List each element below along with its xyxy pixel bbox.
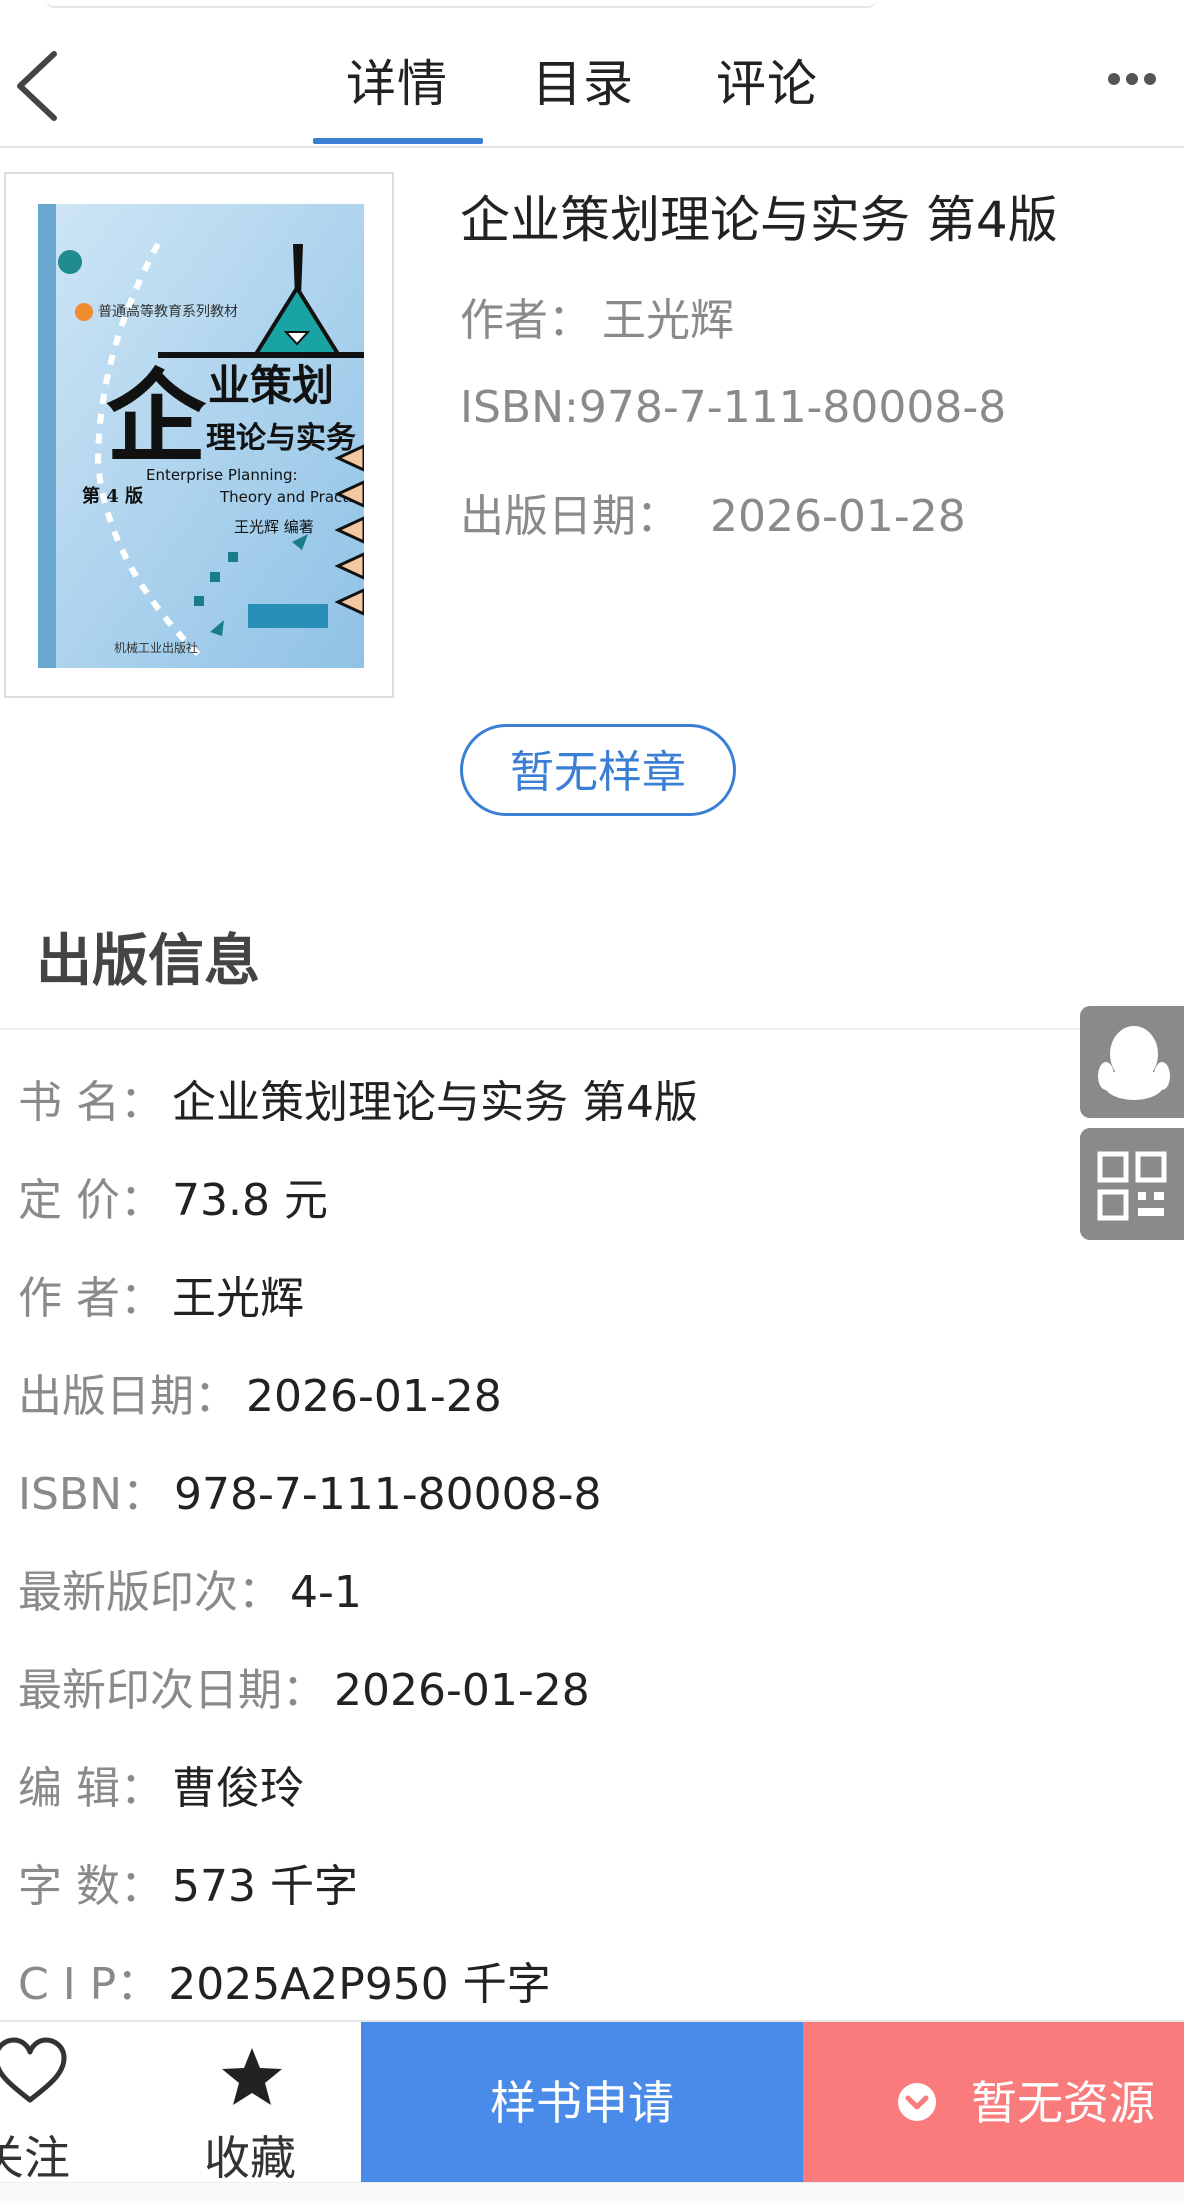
info-row: 书 名： 企业策划理论与实务 第4版 xyxy=(18,1066,698,1130)
cover-title-line1: 业策划 xyxy=(208,361,334,410)
row-label: 作 者： xyxy=(18,1273,164,1324)
star-icon xyxy=(222,2048,282,2105)
row-label: 定 价： xyxy=(18,1175,164,1226)
info-row: 出版日期： 2026-01-28 xyxy=(18,1360,502,1424)
active-tab-indicator xyxy=(313,138,483,144)
info-row: C I P： 2025A2P950 千字 xyxy=(18,1948,551,2012)
row-label: 书 名： xyxy=(18,1077,164,1128)
row-label: ISBN： xyxy=(18,1469,167,1520)
section-title: 出版信息 xyxy=(36,929,260,994)
qq-penguin-icon xyxy=(1098,1026,1170,1100)
book-title: 企业策划理论与实务 第4版 xyxy=(460,191,1058,249)
row-label: 出版日期： xyxy=(18,1371,238,1422)
favorite-button[interactable]: 收藏 xyxy=(190,2022,310,2185)
info-row: 最新印次日期： 2026-01-28 xyxy=(18,1654,590,1718)
date-value: 2026-01-28 xyxy=(710,491,966,542)
book-cover-image[interactable]: 普通高等教育系列教材 企 业策划 理论与实务 Enterprise Planni… xyxy=(38,204,364,668)
row-label: C I P： xyxy=(18,1959,161,2010)
info-row: 字 数： 573 千字 xyxy=(18,1850,358,1914)
author-value: 王光辉 xyxy=(602,295,734,346)
favorite-label: 收藏 xyxy=(204,2131,296,2185)
follow-button[interactable]: 关注 xyxy=(0,2022,120,2185)
cover-edition: 第 4 版 xyxy=(82,485,143,507)
header: 详情 目录 评论 xyxy=(0,0,1184,148)
row-label: 字 数： xyxy=(18,1861,164,1912)
row-value: 573 千字 xyxy=(172,1861,358,1912)
info-row: ISBN： 978-7-111-80008-8 xyxy=(18,1458,601,1522)
cover-publisher: 机械工业出版社 xyxy=(114,640,198,655)
isbn-value: 978-7-111-80008-8 xyxy=(578,382,1007,433)
follow-label: 关注 xyxy=(0,2131,70,2185)
tab-comments[interactable]: 评论 xyxy=(716,44,818,116)
no-resource-button[interactable]: 暂无资源 xyxy=(803,2022,1184,2184)
row-value: 73.8 元 xyxy=(172,1175,328,1226)
no-resource-label: 暂无资源 xyxy=(971,2076,1155,2130)
download-icon xyxy=(898,2083,936,2121)
info-row: 编 辑： 曹俊玲 xyxy=(18,1752,304,1816)
row-label: 最新印次日期： xyxy=(18,1665,326,1716)
qr-code-icon xyxy=(1097,1151,1167,1221)
book-isbn: ISBN:978-7-111-80008-8 xyxy=(460,382,1006,433)
home-indicator-area xyxy=(0,2182,1184,2204)
sample-chapter-button[interactable]: 暂无样章 xyxy=(460,724,736,816)
row-value: 2026-01-28 xyxy=(334,1665,590,1716)
cover-big-char: 企 xyxy=(106,358,207,476)
row-value: 2026-01-28 xyxy=(246,1371,502,1422)
row-label: 编 辑： xyxy=(18,1763,164,1814)
info-row: 最新版印次： 4-1 xyxy=(18,1556,362,1620)
qq-chat-button[interactable] xyxy=(1080,1006,1184,1118)
book-author: 作者： 王光辉 xyxy=(460,284,734,348)
divider xyxy=(0,1028,1184,1030)
row-label: 最新版印次： xyxy=(18,1567,282,1618)
row-value: 2025A2P950 千字 xyxy=(168,1959,551,2010)
row-value: 4-1 xyxy=(290,1567,362,1618)
info-row: 作 者： 王光辉 xyxy=(18,1262,304,1326)
cover-subtitle-en-1: Enterprise Planning: xyxy=(146,466,298,484)
apply-sample-button[interactable]: 样书申请 xyxy=(361,2022,803,2184)
author-label: 作者： xyxy=(460,295,592,346)
book-date: 出版日期： 2026-01-28 xyxy=(460,480,966,544)
tab-contents[interactable]: 目录 xyxy=(532,44,634,116)
cover-title-line2: 理论与实务 xyxy=(206,421,356,456)
date-label: 出版日期： xyxy=(460,491,680,542)
cover-series: 普通高等教育系列教材 xyxy=(98,303,238,320)
qr-code-button[interactable] xyxy=(1080,1128,1184,1240)
row-value: 企业策划理论与实务 第4版 xyxy=(172,1077,698,1128)
back-icon[interactable] xyxy=(10,48,70,124)
row-value: 978-7-111-80008-8 xyxy=(174,1469,602,1520)
row-value: 曹俊玲 xyxy=(172,1763,304,1814)
tab-details[interactable]: 详情 xyxy=(346,44,448,116)
isbn-label: ISBN: xyxy=(460,382,579,433)
heart-icon xyxy=(0,2037,67,2103)
row-value: 王光辉 xyxy=(172,1273,304,1324)
info-row: 定 价： 73.8 元 xyxy=(18,1164,328,1228)
bottom-action-bar: 关注 收藏 样书申请 暂无资源 xyxy=(0,2020,1184,2185)
cover-author: 王光辉 编著 xyxy=(234,518,314,536)
more-icon[interactable] xyxy=(1108,70,1164,90)
